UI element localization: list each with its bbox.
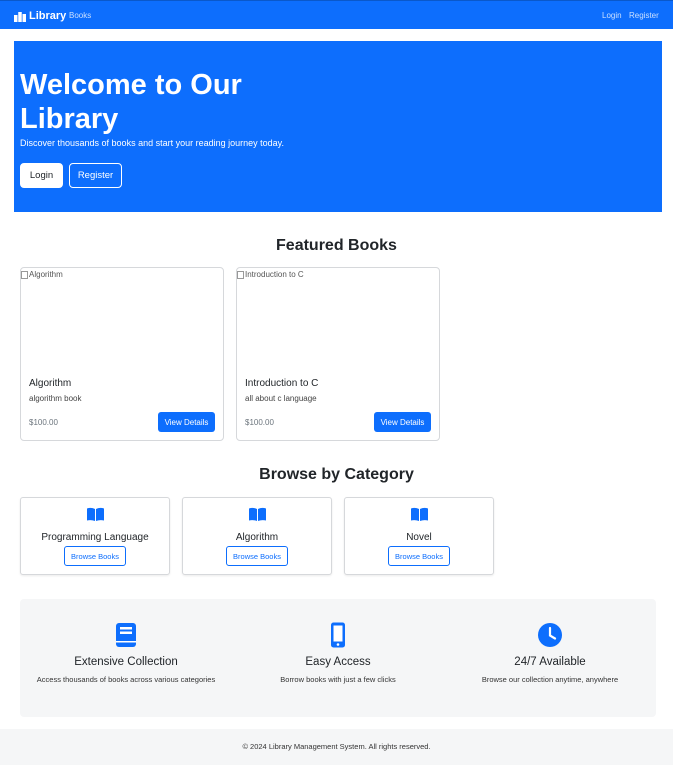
book-cover-alt-text: Algorithm xyxy=(29,270,63,279)
book-title: Introduction to C xyxy=(245,378,319,389)
feature-easy-access: Easy Access Borrow books with just a few… xyxy=(232,599,444,717)
feature-description: Access thousands of books across various… xyxy=(36,675,216,684)
category-card-programming-language: Programming Language Browse Books xyxy=(20,497,170,575)
book-price: $100.00 xyxy=(245,418,274,427)
category-card-novel: Novel Browse Books xyxy=(344,497,494,575)
open-book-icon xyxy=(249,507,266,521)
feature-description: Browse our collection anytime, anywhere xyxy=(481,675,619,684)
book-card: Introduction to C Introduction to C all … xyxy=(236,267,440,441)
feature-description: Borrow books with just a few clicks xyxy=(280,675,396,684)
book-description: all about c language xyxy=(245,394,317,403)
nav-link-register[interactable]: Register xyxy=(629,11,659,21)
book-title: Algorithm xyxy=(29,378,72,389)
footer-copyright: © 2024 Library Management System. All ri… xyxy=(242,742,431,751)
footer: © 2024 Library Management System. All ri… xyxy=(0,729,673,765)
navbar: Library Books Login Register xyxy=(0,0,673,29)
feature-extensive-collection: Extensive Collection Access thousands of… xyxy=(20,599,232,717)
book-cover-alt-text: Introduction to C xyxy=(245,270,304,279)
feature-title: Extensive Collection xyxy=(74,656,178,668)
brand-label: Library xyxy=(29,10,67,22)
brand-link[interactable]: Library xyxy=(14,8,66,24)
open-book-icon xyxy=(87,507,104,521)
book-price: $100.00 xyxy=(29,418,58,427)
features-section: Extensive Collection Access thousands of… xyxy=(20,599,656,717)
feature-title: 24/7 Available xyxy=(514,656,586,668)
category-card-algorithm: Algorithm Browse Books xyxy=(182,497,332,575)
books-icon xyxy=(14,11,26,22)
browse-category-heading: Browse by Category xyxy=(259,466,414,483)
category-name: Novel xyxy=(406,532,432,543)
hero-register-button[interactable]: Register xyxy=(69,163,122,188)
book-card: Algorithm Algorithm algorithm book $100.… xyxy=(20,267,224,441)
mobile-phone-icon xyxy=(331,622,345,648)
book-description: algorithm book xyxy=(29,394,82,403)
hero-login-button[interactable]: Login xyxy=(20,163,63,188)
featured-books-heading: Featured Books xyxy=(276,237,397,254)
book-icon xyxy=(116,623,136,647)
nav-link-login[interactable]: Login xyxy=(602,11,622,21)
feature-title: Easy Access xyxy=(305,656,371,668)
nav-link-books[interactable]: Books xyxy=(69,11,91,21)
hero-subtitle: Discover thousands of books and start yo… xyxy=(20,138,284,148)
browse-books-button[interactable]: Browse Books xyxy=(64,546,126,566)
category-name: Algorithm xyxy=(235,532,279,543)
open-book-icon xyxy=(411,507,428,521)
category-name: Programming Language xyxy=(41,532,149,543)
hero-banner: Welcome to Our Library Discover thousand… xyxy=(14,41,662,212)
hero-title: Welcome to Our Library xyxy=(20,69,242,135)
view-details-button[interactable]: View Details xyxy=(374,412,431,432)
book-cover-image[interactable]: Algorithm xyxy=(21,268,223,371)
feature-always-available: 24/7 Available Browse our collection any… xyxy=(444,599,656,717)
broken-image-icon xyxy=(21,270,28,279)
book-cover-image[interactable]: Introduction to C xyxy=(237,268,439,371)
clock-icon xyxy=(538,623,562,647)
browse-books-button[interactable]: Browse Books xyxy=(388,546,450,566)
broken-image-icon xyxy=(237,270,244,279)
browse-books-button[interactable]: Browse Books xyxy=(226,546,288,566)
view-details-button[interactable]: View Details xyxy=(158,412,215,432)
